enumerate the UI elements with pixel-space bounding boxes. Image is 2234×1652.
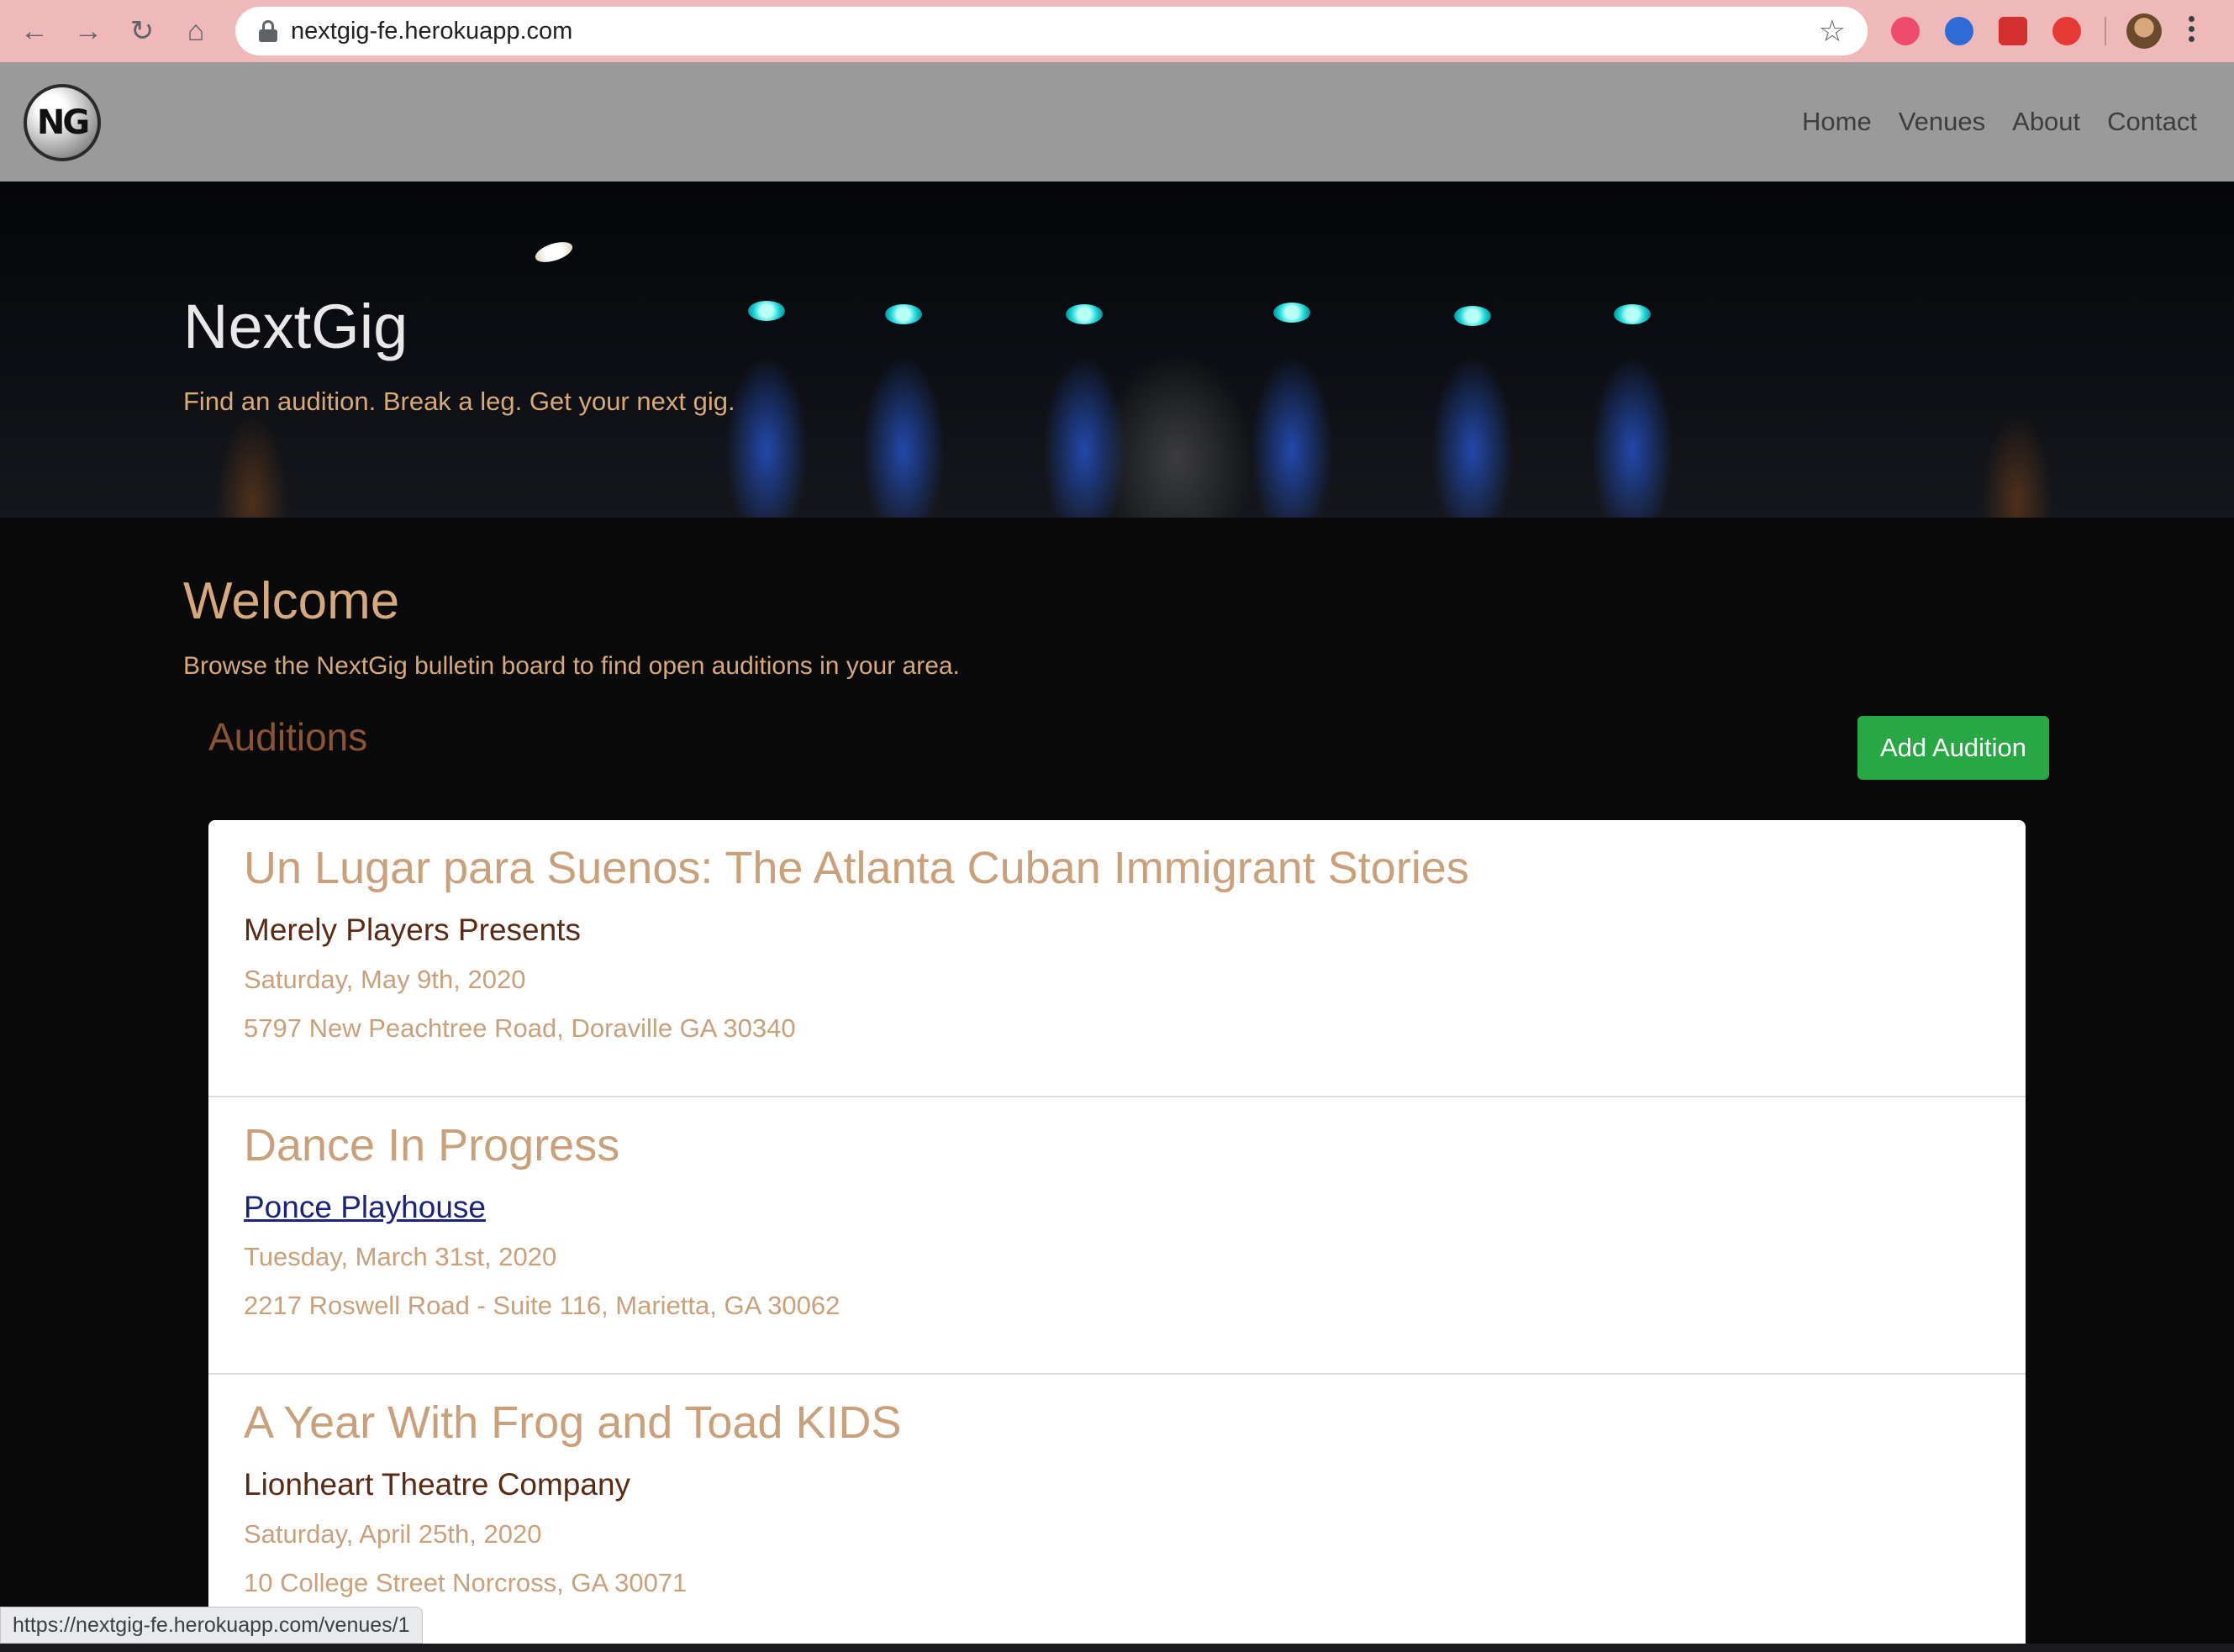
extension-icon[interactable] bbox=[2052, 17, 2081, 45]
nav-contact[interactable]: Contact bbox=[2107, 107, 2197, 137]
bookmark-star-icon[interactable]: ☆ bbox=[1819, 13, 1846, 49]
audition-title[interactable]: Dance In Progress bbox=[244, 1119, 619, 1171]
audition-item[interactable]: A Year With Frog and Toad KIDS Lionheart… bbox=[208, 1375, 2026, 1652]
stage-light bbox=[1066, 304, 1103, 324]
audition-title[interactable]: Un Lugar para Suenos: The Atlanta Cuban … bbox=[244, 842, 1469, 894]
hero-banner: NextGig Find an audition. Break a leg. G… bbox=[0, 182, 2234, 518]
extension-icon[interactable] bbox=[1945, 17, 1973, 45]
taskbar-strip bbox=[0, 1644, 2234, 1652]
menu-kebab-icon[interactable] bbox=[2185, 12, 2197, 50]
audition-date: Saturday, April 25th, 2020 bbox=[244, 1519, 542, 1549]
stage-light bbox=[1273, 303, 1310, 323]
audition-venue[interactable]: Merely Players Presents bbox=[244, 913, 581, 948]
stage-light bbox=[1614, 304, 1651, 324]
nextgig-logo[interactable]: NG bbox=[24, 84, 101, 161]
stage-light bbox=[533, 238, 575, 266]
nav-about[interactable]: About bbox=[2012, 107, 2080, 137]
add-audition-button[interactable]: Add Audition bbox=[1857, 716, 2049, 780]
auditions-list: Un Lugar para Suenos: The Atlanta Cuban … bbox=[208, 820, 2026, 1652]
browser-toolbar: ← → ↻ ⌂ nextgig-fe.herokuapp.com ☆ bbox=[0, 0, 2234, 62]
stage-light bbox=[1454, 306, 1491, 326]
stage-light bbox=[748, 301, 785, 321]
welcome-title: Welcome bbox=[183, 572, 400, 630]
welcome-text: Browse the NextGig bulletin board to fin… bbox=[183, 652, 960, 680]
forward-arrow-icon[interactable]: → bbox=[69, 12, 108, 50]
audition-venue-link[interactable]: Ponce Playhouse bbox=[244, 1190, 486, 1225]
address-bar[interactable]: nextgig-fe.herokuapp.com ☆ bbox=[235, 7, 1868, 55]
site-navbar: NG Home Venues About Contact bbox=[0, 62, 2234, 182]
extension-icon[interactable] bbox=[1999, 17, 2027, 45]
audition-date: Saturday, May 9th, 2020 bbox=[244, 965, 526, 994]
lock-icon bbox=[259, 20, 277, 42]
back-arrow-icon[interactable]: ← bbox=[15, 12, 54, 50]
logo-text: NG bbox=[36, 103, 90, 142]
audition-item[interactable]: Dance In Progress Ponce Playhouse Tuesda… bbox=[208, 1097, 2026, 1375]
reload-icon[interactable]: ↻ bbox=[123, 12, 161, 50]
nav-home[interactable]: Home bbox=[1802, 107, 1872, 137]
audition-address: 2217 Roswell Road - Suite 116, Marietta,… bbox=[244, 1291, 840, 1320]
audition-address: 10 College Street Norcross, GA 30071 bbox=[244, 1568, 688, 1597]
toolbar-divider bbox=[2105, 17, 2106, 45]
stage-light bbox=[885, 304, 922, 324]
nav-venues[interactable]: Venues bbox=[1899, 107, 1985, 137]
profile-avatar[interactable] bbox=[2126, 13, 2162, 49]
hero-tagline: Find an audition. Break a leg. Get your … bbox=[183, 387, 735, 416]
audition-item[interactable]: Un Lugar para Suenos: The Atlanta Cuban … bbox=[208, 820, 2026, 1097]
nav-links: Home Venues About Contact bbox=[1775, 62, 2197, 182]
hero-title: NextGig bbox=[183, 292, 408, 361]
address-url: nextgig-fe.herokuapp.com bbox=[291, 18, 573, 45]
status-bar-url: https://nextgig-fe.herokuapp.com/venues/… bbox=[0, 1607, 423, 1644]
audition-title[interactable]: A Year With Frog and Toad KIDS bbox=[244, 1397, 901, 1449]
audition-venue[interactable]: Lionheart Theatre Company bbox=[244, 1467, 630, 1502]
extension-icon[interactable] bbox=[1891, 17, 1920, 45]
audition-date: Tuesday, March 31st, 2020 bbox=[244, 1242, 557, 1271]
audition-address: 5797 New Peachtree Road, Doraville GA 30… bbox=[244, 1013, 796, 1043]
auditions-heading: Auditions bbox=[208, 715, 368, 759]
home-icon[interactable]: ⌂ bbox=[177, 12, 215, 50]
